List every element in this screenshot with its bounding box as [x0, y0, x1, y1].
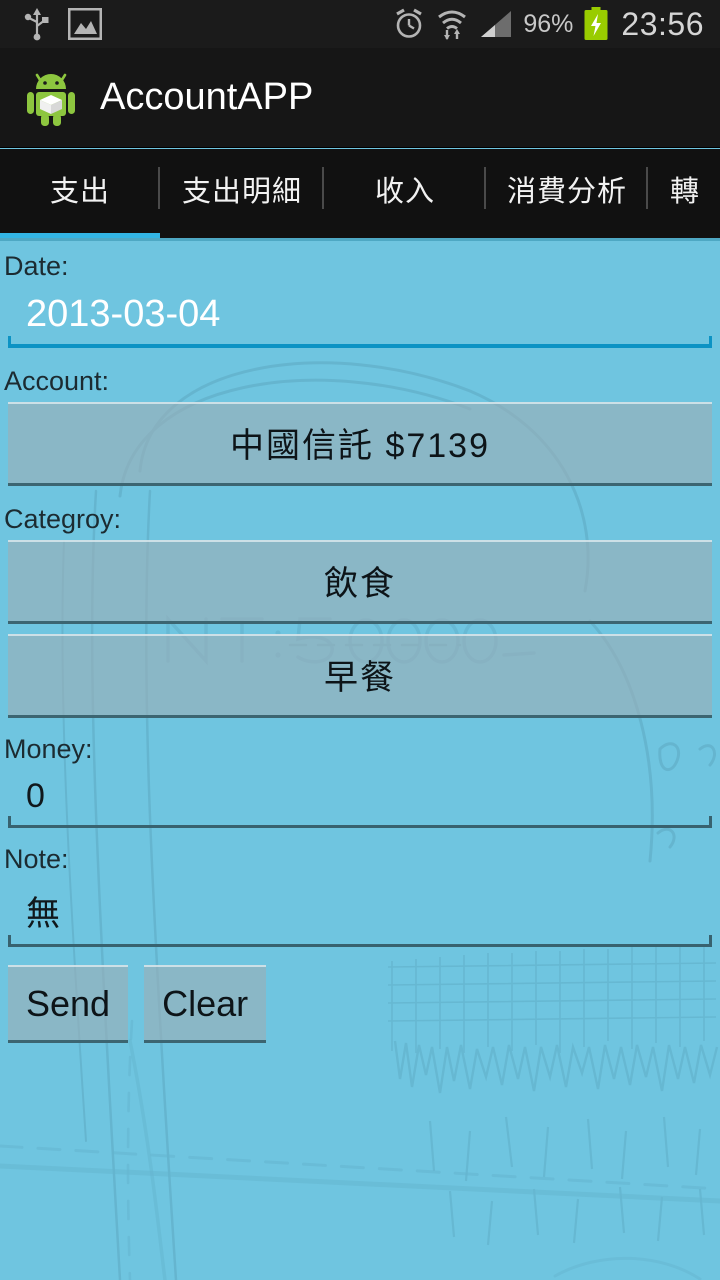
battery-charging-icon [584, 7, 608, 40]
tab-label: 支出 [49, 176, 110, 208]
android-robot-icon [24, 69, 78, 127]
battery-percent-label: 96% [523, 9, 574, 38]
account-label: Account: [4, 366, 110, 396]
note-input-underline [8, 935, 712, 947]
note-input[interactable]: 無 [8, 876, 712, 947]
money-input[interactable]: 0 [8, 766, 712, 828]
tab-label: 轉 [670, 176, 701, 208]
tab-label: 支出明細 [181, 176, 302, 208]
status-bar-right-icons: 96% 23:56 [393, 6, 708, 43]
wifi-icon [438, 10, 467, 40]
phone-screen: 96% 23:56 AccountAPP 支出 支出明細 收入 消費分析 轉 D… [0, 0, 720, 1280]
status-bar-left-icons [24, 7, 102, 41]
category-select-button[interactable]: 飲食 [8, 540, 712, 624]
money-input-underline [8, 816, 712, 828]
date-label: Date: [4, 251, 69, 281]
screenshot-image-icon [68, 8, 102, 40]
tab-expense-detail[interactable]: 支出明細 [160, 149, 324, 241]
expense-form: Date: 2013-03-04 Account: 中國信託 $7139 Cat… [0, 241, 720, 1043]
status-bar-clock: 23:56 [621, 5, 704, 42]
category-label: Categroy: [4, 504, 122, 534]
signal-bars-icon [481, 11, 512, 37]
date-input[interactable]: 2013-03-04 [8, 283, 712, 348]
money-value: 0 [26, 776, 45, 815]
send-button[interactable]: Send [8, 965, 129, 1043]
date-input-underline [8, 336, 712, 348]
tab-consumption-analysis[interactable]: 消費分析 [486, 149, 648, 241]
subcategory-select-button[interactable]: 早餐 [8, 634, 712, 718]
note-value: 無 [26, 895, 60, 933]
usb-icon [24, 8, 49, 41]
account-select-button[interactable]: 中國信託 $7139 [8, 402, 712, 486]
tab-income[interactable]: 收入 [324, 149, 486, 241]
tab-label: 收入 [374, 176, 435, 208]
alarm-clock-icon [396, 8, 423, 38]
status-bar: 96% 23:56 [0, 0, 720, 48]
note-label: Note: [4, 844, 69, 874]
app-title: AccountAPP [100, 76, 314, 118]
tab-expense[interactable]: 支出 [0, 149, 160, 241]
tab-label: 消費分析 [506, 176, 627, 208]
money-label: Money: [4, 734, 93, 764]
form-action-buttons: Send Clear [8, 965, 720, 1043]
date-value: 2013-03-04 [26, 293, 221, 335]
tab-bar[interactable]: 支出 支出明細 收入 消費分析 轉 [0, 149, 720, 241]
clear-button[interactable]: Clear [144, 965, 267, 1043]
tab-transfer[interactable]: 轉 [648, 149, 720, 241]
action-bar: AccountAPP [0, 48, 720, 148]
expense-form-panel: Date: 2013-03-04 Account: 中國信託 $7139 Cat… [0, 241, 720, 1280]
